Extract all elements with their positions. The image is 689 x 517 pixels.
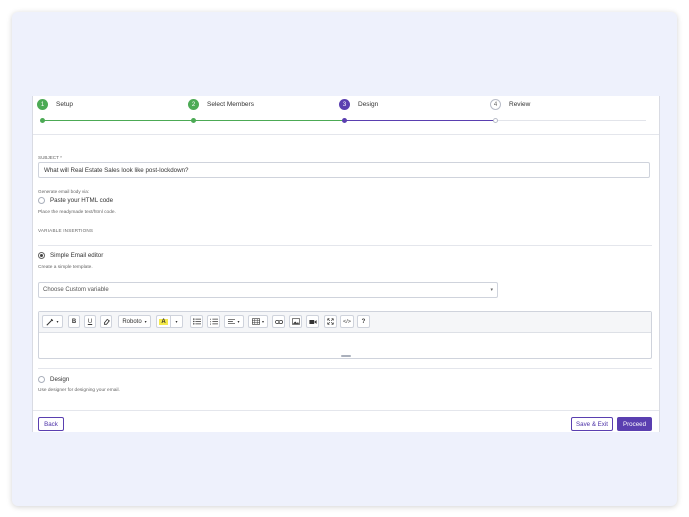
step-review[interactable]: 4 Review bbox=[490, 99, 530, 110]
editor-toolbar: ▾ B U Roboto ▾ A ▾ ▾ ▾ </> ? bbox=[39, 312, 651, 333]
divider bbox=[38, 368, 652, 369]
step-select-members[interactable]: 2 Select Members bbox=[188, 99, 254, 110]
step-label: Review bbox=[509, 101, 531, 108]
bold-button[interactable]: B bbox=[68, 315, 80, 328]
table-dropdown[interactable]: ▾ bbox=[248, 315, 268, 328]
image-icon bbox=[291, 318, 300, 325]
progress-track-active bbox=[344, 120, 496, 121]
bullet-list-icon bbox=[192, 318, 201, 325]
progress-track-pending bbox=[496, 120, 646, 121]
caret-down-icon: ▾ bbox=[144, 319, 147, 324]
divider bbox=[33, 410, 659, 411]
proceed-button[interactable]: Proceed bbox=[617, 417, 652, 431]
expand-icon bbox=[327, 318, 334, 325]
highlight-color-dropdown[interactable]: ▾ bbox=[170, 315, 183, 328]
generate-label: Generate email body via: bbox=[38, 189, 90, 194]
font-family-dropdown[interactable]: Roboto ▾ bbox=[118, 315, 151, 328]
step-dot bbox=[493, 118, 498, 123]
highlight-color-button[interactable]: A bbox=[156, 315, 170, 328]
code-view-button[interactable]: </> bbox=[340, 315, 354, 328]
radio-paste-html[interactable]: Paste your HTML code bbox=[38, 197, 113, 204]
fullscreen-button[interactable] bbox=[324, 315, 337, 328]
numbered-list-icon bbox=[209, 318, 218, 325]
step-setup[interactable]: 1 Setup bbox=[37, 99, 73, 110]
campaign-wizard-card: 1 Setup 2 Select Members 3 Design 4 Revi… bbox=[32, 96, 660, 432]
help-button[interactable]: ? bbox=[357, 315, 370, 328]
simple-help-text: Create a simple template. bbox=[38, 265, 93, 270]
step-label: Design bbox=[358, 101, 379, 108]
step-label: Select Members bbox=[207, 101, 254, 108]
design-help-text: Use designer for designing your email. bbox=[38, 388, 120, 393]
radio-label: Design bbox=[50, 376, 70, 383]
link-button[interactable] bbox=[272, 315, 285, 328]
align-icon bbox=[228, 319, 236, 324]
step-design[interactable]: 3 Design bbox=[339, 99, 378, 110]
step-number: 2 bbox=[188, 99, 199, 110]
eraser-icon bbox=[103, 318, 110, 325]
caret-down-icon: ▾ bbox=[175, 319, 178, 324]
highlight-icon: A bbox=[159, 318, 168, 325]
custom-variable-select[interactable]: Choose Custom variable ▾ bbox=[38, 282, 498, 298]
html-help-text: Place the readymade text/html code. bbox=[38, 210, 116, 215]
table-icon bbox=[252, 318, 260, 325]
stepper: 1 Setup 2 Select Members 3 Design 4 Revi… bbox=[33, 96, 659, 134]
step-number: 3 bbox=[339, 99, 350, 110]
divider bbox=[38, 245, 652, 246]
radio-design[interactable]: Design bbox=[38, 376, 69, 383]
step-number: 4 bbox=[490, 99, 501, 110]
video-icon bbox=[308, 319, 317, 324]
step-dot bbox=[342, 118, 347, 123]
radio-label: Simple Email editor bbox=[50, 252, 104, 259]
subject-input[interactable]: What will Real Estate Sales look like po… bbox=[38, 162, 650, 178]
radio-label: Paste your HTML code bbox=[50, 197, 114, 204]
ordered-list-button[interactable] bbox=[207, 315, 220, 328]
radio-simple-editor[interactable]: Simple Email editor bbox=[38, 252, 103, 259]
app-frame: 1 Setup 2 Select Members 3 Design 4 Revi… bbox=[12, 12, 677, 506]
video-button[interactable] bbox=[306, 315, 319, 328]
rich-text-editor[interactable]: ▾ B U Roboto ▾ A ▾ ▾ ▾ </> ? bbox=[38, 311, 652, 359]
paragraph-align-dropdown[interactable]: ▾ bbox=[224, 315, 244, 328]
back-button[interactable]: Back bbox=[38, 417, 64, 431]
step-dot bbox=[191, 118, 196, 123]
radio-button[interactable] bbox=[38, 376, 45, 383]
code-icon: </> bbox=[343, 318, 351, 325]
step-number: 1 bbox=[37, 99, 48, 110]
unordered-list-button[interactable] bbox=[190, 315, 203, 328]
caret-down-icon: ▾ bbox=[490, 287, 493, 293]
image-button[interactable] bbox=[289, 315, 302, 328]
editor-resize-handle[interactable] bbox=[341, 355, 351, 357]
radio-button[interactable] bbox=[38, 197, 45, 204]
variable-insertions-title: VARIABLE INSERTIONS bbox=[38, 228, 94, 233]
style-dropdown[interactable]: ▾ bbox=[42, 315, 63, 328]
link-icon bbox=[274, 319, 283, 324]
divider bbox=[33, 134, 659, 135]
step-label: Setup bbox=[56, 101, 73, 108]
subject-label: SUBJECT * bbox=[38, 155, 62, 160]
save-exit-button[interactable]: Save & Exit bbox=[571, 417, 613, 431]
select-placeholder: Choose Custom variable bbox=[43, 287, 109, 293]
step-dot bbox=[40, 118, 45, 123]
clear-format-button[interactable] bbox=[100, 315, 112, 328]
underline-button[interactable]: U bbox=[84, 315, 96, 328]
font-family-value: Roboto bbox=[122, 318, 142, 325]
radio-button[interactable] bbox=[38, 252, 45, 259]
magic-wand-icon bbox=[46, 318, 54, 326]
